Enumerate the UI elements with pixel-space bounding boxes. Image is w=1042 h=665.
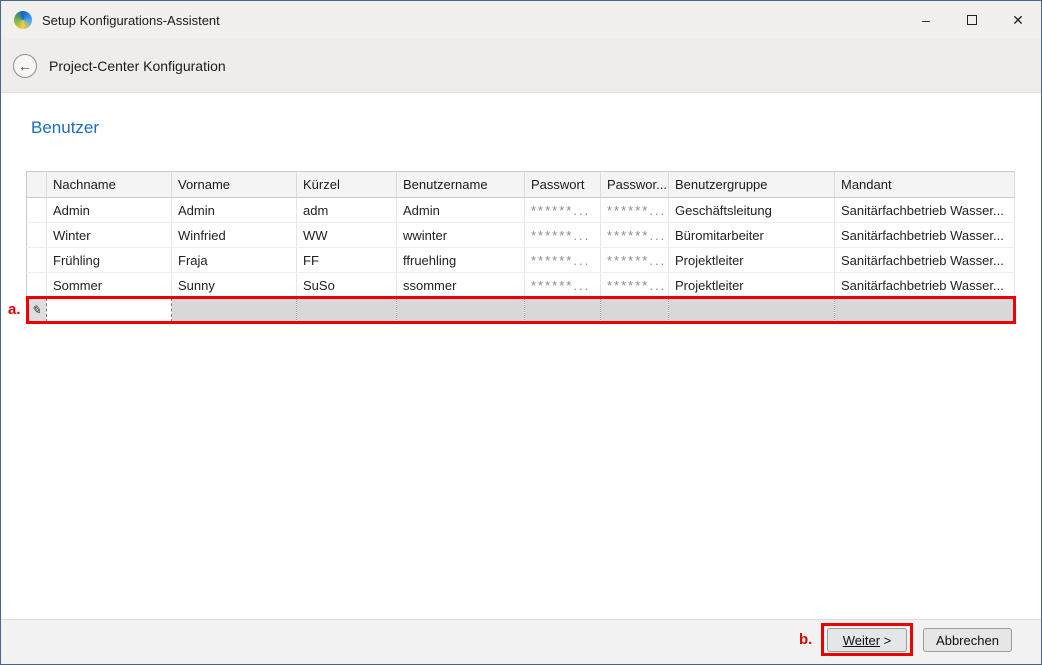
table-row: Sommer Sunny SuSo ssommer ******... ****… bbox=[27, 273, 1015, 298]
users-table: Nachname Vorname Kürzel Benutzername Pas… bbox=[26, 171, 1015, 323]
page-title: Benutzer bbox=[31, 118, 99, 138]
row-selector-cell[interactable] bbox=[27, 223, 47, 248]
close-button[interactable]: ✕ bbox=[995, 1, 1041, 39]
setup-wizard-window: Setup Konfigurations-Assistent – ✕ ← Pro… bbox=[0, 0, 1042, 665]
cell-passwort[interactable]: ******... bbox=[525, 198, 601, 223]
cell-benutzername[interactable]: ffruehling bbox=[397, 248, 525, 273]
cell-mandant[interactable]: Sanitärfachbetrieb Wasser... bbox=[835, 248, 1015, 273]
wizard-header: ← Project-Center Konfiguration bbox=[1, 39, 1041, 93]
cell-passwort[interactable]: ******... bbox=[525, 223, 601, 248]
window-title: Setup Konfigurations-Assistent bbox=[42, 13, 220, 28]
users-table-wrap: Nachname Vorname Kürzel Benutzername Pas… bbox=[26, 171, 1014, 323]
cell-kuerzel[interactable]: SuSo bbox=[297, 273, 397, 298]
cell-passwort2[interactable]: ******... bbox=[601, 273, 669, 298]
app-icon bbox=[14, 11, 32, 29]
col-header-mandant[interactable]: Mandant bbox=[835, 172, 1015, 198]
cell-benutzername[interactable]: wwinter bbox=[397, 223, 525, 248]
row-selector-cell[interactable] bbox=[27, 198, 47, 223]
cell-nachname[interactable]: Frühling bbox=[47, 248, 172, 273]
table-row: Frühling Fraja FF ffruehling ******... *… bbox=[27, 248, 1015, 273]
cell-benutzername[interactable]: ssommer bbox=[397, 273, 525, 298]
title-bar: Setup Konfigurations-Assistent – ✕ bbox=[1, 1, 1041, 39]
cell-benutzergruppe[interactable]: Projektleiter bbox=[669, 273, 835, 298]
col-header-passwort[interactable]: Passwort bbox=[525, 172, 601, 198]
cell-passwort2[interactable]: ******... bbox=[601, 198, 669, 223]
weiter-button[interactable]: Weiter > bbox=[827, 628, 907, 652]
col-header-kuerzel[interactable]: Kürzel bbox=[297, 172, 397, 198]
cell-vorname[interactable]: Admin bbox=[172, 198, 297, 223]
cell-vorname[interactable]: Sunny bbox=[172, 273, 297, 298]
table-row: Winter Winfried WW wwinter ******... ***… bbox=[27, 223, 1015, 248]
col-header-passwort2[interactable]: Passwor... bbox=[601, 172, 669, 198]
cell-benutzergruppe[interactable]: Büromitarbeiter bbox=[669, 223, 835, 248]
weiter-button-label: Weiter bbox=[843, 633, 880, 648]
new-row-edit-cell[interactable] bbox=[47, 298, 172, 323]
cell-kuerzel[interactable]: WW bbox=[297, 223, 397, 248]
new-row-cell[interactable] bbox=[297, 298, 397, 323]
minimize-button[interactable]: – bbox=[903, 1, 949, 39]
cell-mandant[interactable]: Sanitärfachbetrieb Wasser... bbox=[835, 273, 1015, 298]
back-arrow-icon: ← bbox=[18, 59, 32, 73]
cell-benutzergruppe[interactable]: Projektleiter bbox=[669, 248, 835, 273]
new-row-cell[interactable] bbox=[601, 298, 669, 323]
table-header-row: Nachname Vorname Kürzel Benutzername Pas… bbox=[27, 172, 1015, 198]
maximize-button[interactable] bbox=[949, 1, 995, 39]
cell-benutzername[interactable]: Admin bbox=[397, 198, 525, 223]
maximize-icon bbox=[967, 15, 977, 25]
col-header-selector bbox=[27, 172, 47, 198]
cell-kuerzel[interactable]: FF bbox=[297, 248, 397, 273]
cell-nachname[interactable]: Admin bbox=[47, 198, 172, 223]
minimize-icon: – bbox=[922, 12, 930, 28]
new-row-cell[interactable] bbox=[669, 298, 835, 323]
cell-kuerzel[interactable]: adm bbox=[297, 198, 397, 223]
caption-buttons: – ✕ bbox=[903, 1, 1041, 39]
new-row-cell[interactable] bbox=[525, 298, 601, 323]
cell-passwort[interactable]: ******... bbox=[525, 273, 601, 298]
cell-passwort2[interactable]: ******... bbox=[601, 248, 669, 273]
cell-mandant[interactable]: Sanitärfachbetrieb Wasser... bbox=[835, 198, 1015, 223]
col-header-benutzername[interactable]: Benutzername bbox=[397, 172, 525, 198]
cell-nachname[interactable]: Sommer bbox=[47, 273, 172, 298]
new-row-cell[interactable] bbox=[172, 298, 297, 323]
cell-passwort2[interactable]: ******... bbox=[601, 223, 669, 248]
col-header-nachname[interactable]: Nachname bbox=[47, 172, 172, 198]
table-row: Admin Admin adm Admin ******... ******..… bbox=[27, 198, 1015, 223]
cell-benutzergruppe[interactable]: Geschäftsleitung bbox=[669, 198, 835, 223]
new-row: ✎ bbox=[27, 298, 1015, 323]
new-row-cell[interactable] bbox=[835, 298, 1015, 323]
new-row-cell[interactable] bbox=[397, 298, 525, 323]
cell-vorname[interactable]: Winfried bbox=[172, 223, 297, 248]
cell-passwort[interactable]: ******... bbox=[525, 248, 601, 273]
close-icon: ✕ bbox=[1012, 12, 1024, 29]
weiter-button-suffix: > bbox=[880, 633, 891, 648]
new-row-edit-icon: ✎ bbox=[27, 298, 47, 323]
col-header-benutzergruppe[interactable]: Benutzergruppe bbox=[669, 172, 835, 198]
back-button[interactable]: ← bbox=[13, 54, 37, 78]
abbrechen-button-label: Abbrechen bbox=[936, 633, 999, 648]
col-header-vorname[interactable]: Vorname bbox=[172, 172, 297, 198]
abbrechen-button[interactable]: Abbrechen bbox=[923, 628, 1012, 652]
row-selector-cell[interactable] bbox=[27, 273, 47, 298]
wizard-step-title: Project-Center Konfiguration bbox=[49, 58, 226, 74]
row-selector-cell[interactable] bbox=[27, 248, 47, 273]
cell-vorname[interactable]: Fraja bbox=[172, 248, 297, 273]
cell-mandant[interactable]: Sanitärfachbetrieb Wasser... bbox=[835, 223, 1015, 248]
cell-nachname[interactable]: Winter bbox=[47, 223, 172, 248]
